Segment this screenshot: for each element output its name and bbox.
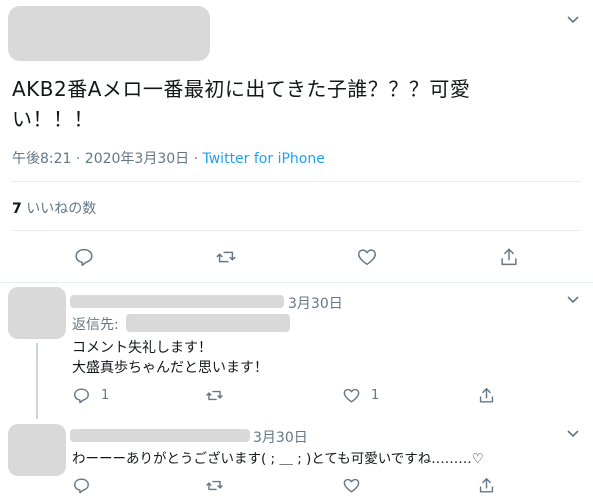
tweet-source-link[interactable]: Twitter for iPhone: [203, 151, 325, 167]
divider: [12, 230, 581, 231]
like-count: 1: [371, 388, 380, 403]
chevron-down-icon[interactable]: [566, 428, 580, 442]
likes-count[interactable]: 7 いいねの数: [12, 198, 96, 218]
reply-author-redacted[interactable]: [70, 429, 250, 442]
share-icon: [479, 388, 494, 403]
reply-button[interactable]: 1: [72, 386, 109, 405]
like-icon: [343, 478, 360, 493]
share-button[interactable]: [477, 386, 496, 405]
like-icon: [343, 388, 360, 403]
reply-text-line: 大盛真歩ちゃんだと思います！: [72, 360, 268, 376]
retweet-icon: [206, 390, 223, 401]
reply-icon: [74, 388, 89, 404]
like-button[interactable]: [342, 476, 361, 495]
avatar[interactable]: [8, 424, 66, 476]
reply-date[interactable]: 3月30日: [253, 427, 308, 447]
reply-author-redacted[interactable]: [70, 295, 284, 308]
reply-to-handle-redacted[interactable]: [126, 314, 290, 332]
reply-icon: [75, 248, 93, 266]
share-button[interactable]: [477, 476, 496, 495]
tweet-meta: 午後8:21 · 2020年3月30日 · Twitter for iPhone: [12, 148, 325, 168]
divider: [0, 282, 593, 283]
share-icon: [479, 478, 494, 493]
retweet-button[interactable]: [205, 386, 224, 405]
chevron-down-icon[interactable]: [566, 294, 580, 308]
divider: [12, 181, 581, 182]
reply-text-line: コメント失礼します！: [72, 340, 212, 356]
likes-label: いいねの数: [21, 201, 97, 217]
reply-icon: [74, 478, 89, 494]
author-name-redacted: [8, 6, 210, 61]
reply-date[interactable]: 3月30日: [288, 293, 343, 313]
share-icon: [501, 248, 517, 266]
retweet-icon: [206, 480, 223, 491]
tweet-text: AKB2番Aメロ一番最初に出てきた子誰？？？可愛い！！！: [12, 77, 471, 131]
likes-number: 7: [12, 201, 22, 217]
retweet-icon: [216, 251, 236, 263]
share-button[interactable]: [498, 246, 520, 268]
reply-text-line: わーーーありがとうございます( ; ＿ ; )とても可愛いですね………♡: [72, 451, 484, 467]
thread-connector: [36, 343, 38, 419]
avatar[interactable]: [8, 287, 66, 339]
reply-count: 1: [101, 388, 110, 403]
chevron-down-icon[interactable]: [566, 14, 580, 28]
reply-text: コメント失礼します！ 大盛真歩ちゃんだと思います！: [72, 338, 268, 378]
reply-button[interactable]: [73, 246, 95, 268]
tweet-timestamp[interactable]: 午後8:21 · 2020年3月30日 ·: [12, 151, 203, 167]
like-icon: [358, 249, 376, 266]
like-button[interactable]: 1: [342, 386, 379, 405]
reply-text: わーーーありがとうございます( ; ＿ ; )とても可愛いですね………♡: [72, 449, 484, 469]
like-button[interactable]: [356, 246, 378, 268]
retweet-button[interactable]: [215, 246, 237, 268]
reply-button[interactable]: [72, 476, 91, 495]
retweet-button[interactable]: [205, 476, 224, 495]
reply-to-label: 返信先:: [72, 317, 119, 333]
